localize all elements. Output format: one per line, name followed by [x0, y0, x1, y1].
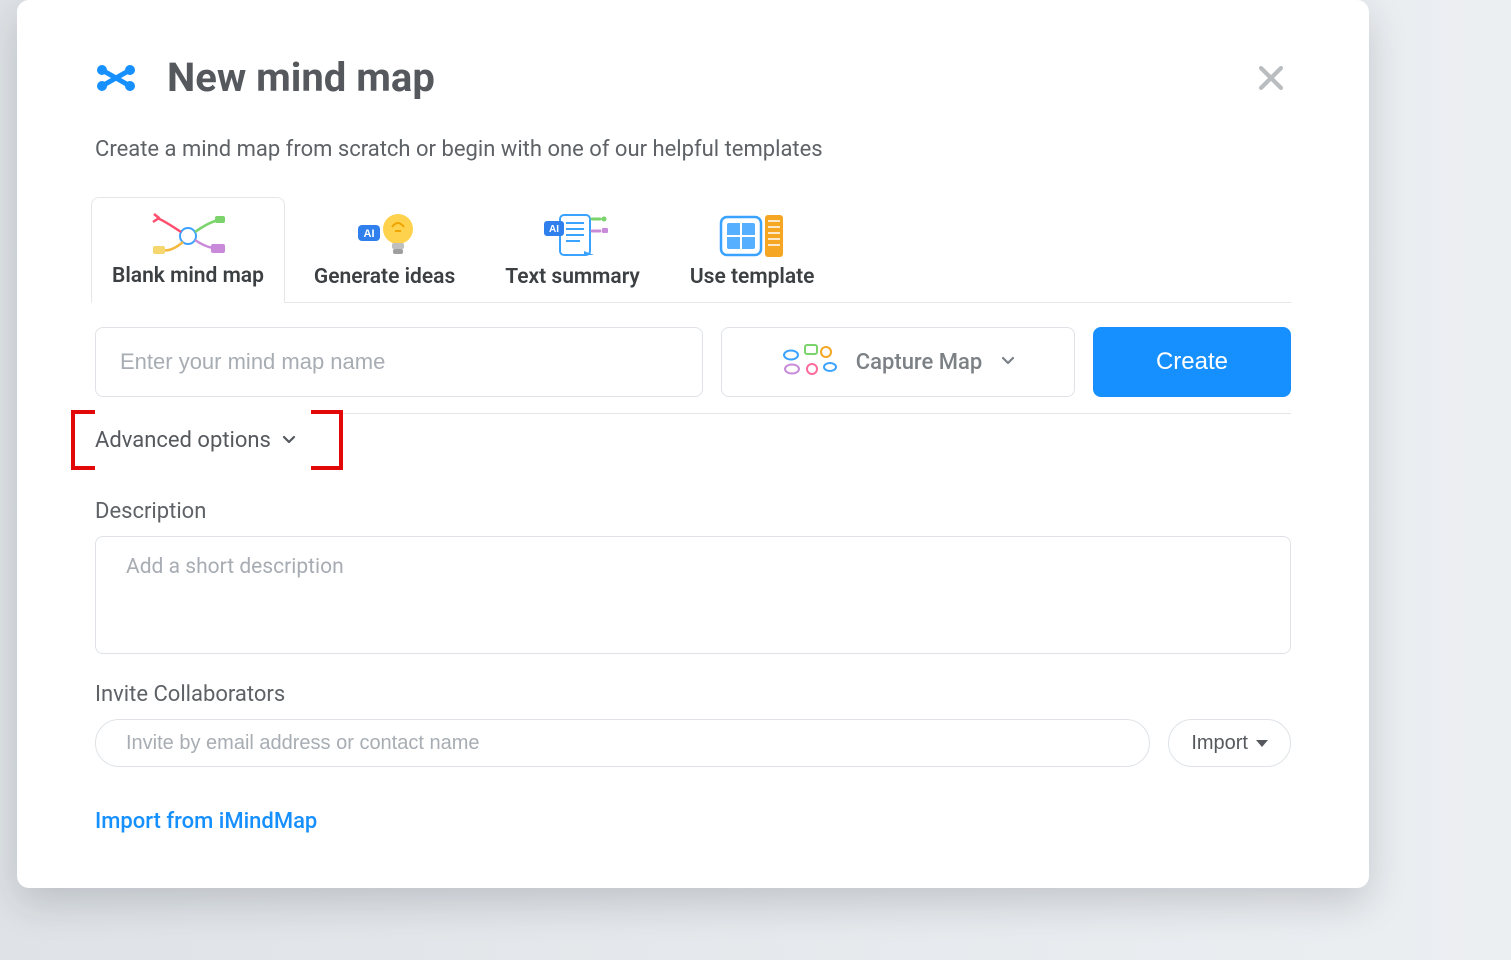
close-icon — [1254, 61, 1288, 95]
ai-lightbulb-icon: AI — [354, 211, 416, 259]
template-tabs: Blank mind map AI Generate ideas — [91, 196, 1291, 303]
tab-label: Use template — [690, 265, 815, 289]
new-mind-map-modal: New mind map Create a mind map from scra… — [17, 0, 1369, 888]
tab-label: Text summary — [505, 265, 640, 289]
advanced-options-toggle[interactable]: Advanced options — [95, 410, 311, 471]
close-button[interactable] — [1251, 58, 1291, 98]
tab-label: Generate ideas — [314, 265, 455, 289]
modal-subtitle: Create a mind map from scratch or begin … — [95, 137, 1291, 162]
mind-map-icon — [149, 210, 227, 258]
tab-text-summary[interactable]: AI Text summary — [484, 198, 661, 303]
tab-generate-ideas[interactable]: AI Generate ideas — [293, 198, 476, 303]
ai-document-icon: AI — [534, 211, 612, 259]
import-from-imindmap-link[interactable]: Import from iMindMap — [95, 809, 317, 834]
description-label: Description — [95, 499, 1291, 524]
capture-map-icon — [780, 343, 838, 381]
template-icon — [717, 211, 787, 259]
advanced-options-label: Advanced options — [95, 428, 271, 453]
description-input[interactable] — [95, 536, 1291, 654]
mind-map-name-input[interactable] — [95, 327, 703, 397]
chevron-down-icon — [281, 428, 297, 453]
map-type-select[interactable]: Capture Map — [721, 327, 1075, 397]
caret-down-icon — [1256, 740, 1268, 747]
import-button-label: Import — [1191, 732, 1248, 755]
invite-input[interactable] — [95, 719, 1150, 767]
tab-blank-mind-map[interactable]: Blank mind map — [91, 197, 285, 303]
app-logo-icon — [95, 63, 137, 93]
map-type-label: Capture Map — [856, 350, 982, 375]
tab-label: Blank mind map — [112, 264, 264, 288]
modal-title: New mind map — [167, 54, 435, 101]
import-button[interactable]: Import — [1168, 719, 1291, 767]
tab-use-template[interactable]: Use template — [669, 198, 836, 303]
svg-text:AI: AI — [363, 228, 374, 240]
invite-collaborators-label: Invite Collaborators — [95, 682, 1291, 707]
create-button[interactable]: Create — [1093, 327, 1291, 397]
svg-text:AI: AI — [549, 224, 559, 235]
chevron-down-icon — [1000, 352, 1016, 372]
